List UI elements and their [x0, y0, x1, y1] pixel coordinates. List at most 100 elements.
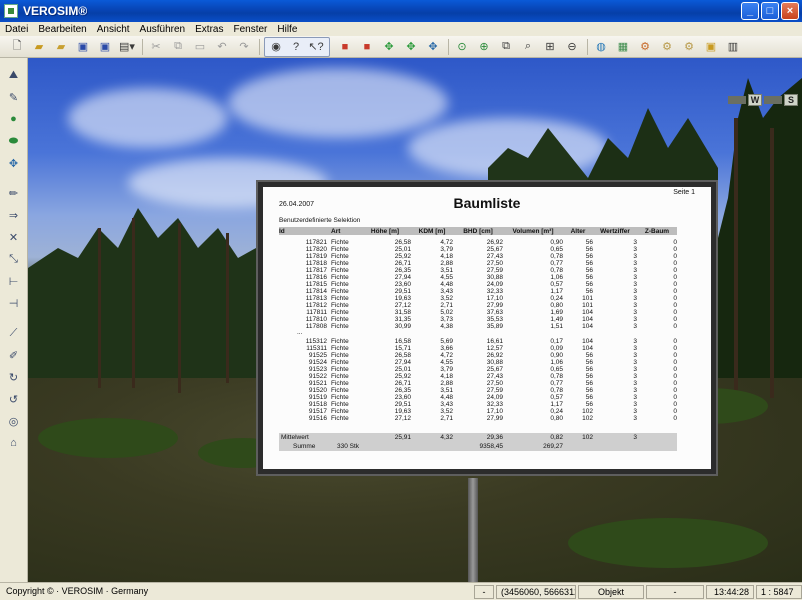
forest-layer-icon[interactable]: ⬬: [4, 132, 24, 150]
table-cell: 0,78: [550, 373, 563, 380]
menu-hilfe[interactable]: Hilfe: [272, 24, 302, 35]
window-split-icon[interactable]: ▥: [724, 38, 742, 56]
table-cell: 56: [585, 260, 593, 267]
save-as-icon[interactable]: ▣: [96, 38, 114, 56]
shrub: [568, 518, 768, 568]
arrow-tool-icon[interactable]: ⇒: [4, 206, 24, 224]
tree-color-icon[interactable]: ●: [4, 110, 24, 128]
table-cell: 27,43: [486, 373, 503, 380]
table-cell: 3: [633, 366, 637, 373]
billboard[interactable]: 26.04.2007 Baumliste Seite 1 Benutzerdef…: [256, 180, 718, 476]
table-cell: 25,92: [394, 373, 411, 380]
undo-tool-icon[interactable]: ↺: [4, 390, 24, 408]
pan-icon[interactable]: ✥: [424, 38, 442, 56]
window-layout-icon[interactable]: ▣: [702, 38, 720, 56]
table-cell: 30,88: [486, 359, 503, 366]
shrub: [38, 418, 178, 458]
scale-tool-icon[interactable]: ⤡: [4, 250, 24, 268]
table-cell: 0: [673, 338, 677, 345]
menu-datei[interactable]: Datei: [0, 24, 33, 35]
width-tool-icon[interactable]: ⊣: [4, 294, 24, 312]
menu-extras[interactable]: Extras: [190, 24, 228, 35]
table-cell: Fichte: [331, 246, 349, 253]
table-cell: 56: [585, 387, 593, 394]
cross-tool-icon[interactable]: ✕: [4, 228, 24, 246]
table-cell: 91519: [308, 394, 327, 401]
open-project-icon[interactable]: ▰: [52, 38, 70, 56]
new-file-icon[interactable]: 🗋: [8, 38, 26, 56]
table-cell: 91521: [308, 380, 327, 387]
print-icon[interactable]: ▤▾: [118, 38, 136, 56]
table-cell: 0,24: [550, 408, 563, 415]
table-cell: 3,52: [440, 408, 453, 415]
redo-icon[interactable]: ↷: [235, 38, 253, 56]
table-cell: 35,89: [486, 323, 503, 330]
rotate-icon[interactable]: ↻: [4, 368, 24, 386]
table-cell: 0,24: [550, 295, 563, 302]
select-icon[interactable]: ◉: [267, 38, 285, 56]
table-cell: 117813: [305, 295, 327, 302]
bucket-icon[interactable]: ⌂: [4, 434, 24, 452]
settings-b-icon[interactable]: ⚙: [658, 38, 676, 56]
zoom-window-icon[interactable]: ⧉: [497, 38, 515, 56]
pencil-icon[interactable]: ✏: [4, 184, 24, 202]
zoom-box-icon[interactable]: ⌕: [519, 38, 537, 56]
settings-c-icon[interactable]: ⚙: [680, 38, 698, 56]
height-tool-icon[interactable]: ⊢: [4, 272, 24, 290]
globe-icon[interactable]: ◍: [592, 38, 610, 56]
marker-icon[interactable]: ✐: [4, 346, 24, 364]
table-cell: 0,77: [550, 260, 563, 267]
plant-tool-icon[interactable]: ✎: [4, 88, 24, 106]
table-cell: 25,01: [394, 366, 411, 373]
paste-icon[interactable]: ▭: [191, 38, 209, 56]
menu-ansicht[interactable]: Ansicht: [92, 24, 135, 35]
close-button[interactable]: ×: [781, 2, 799, 20]
table-cell: 0: [673, 267, 677, 274]
help-pointer-icon[interactable]: ↖?: [307, 38, 325, 56]
app-icon[interactable]: [4, 4, 18, 18]
table-cell: 30,99: [394, 323, 411, 330]
move-icon[interactable]: ✥: [380, 38, 398, 56]
menu-bearbeiten[interactable]: Bearbeiten: [33, 24, 91, 35]
main-toolbar: 🗋 ▰ ▰ ▣ ▣ ▤▾ ✂ ⧉ ▭ ↶ ↷ ◉ ? ↖? ■ ■ ✥ ✥ ✥ …: [0, 36, 802, 58]
table-row: 117813 Fichte 19,63 3,52 17,10 0,24 101 3 0: [279, 295, 677, 302]
table-cell: 26,92: [486, 239, 503, 246]
table-cell: 4,72: [440, 239, 453, 246]
table-cell: 4,72: [440, 352, 453, 359]
cube-red-icon[interactable]: ■: [336, 38, 354, 56]
table-cell: Fichte: [331, 415, 349, 422]
menu-fenster[interactable]: Fenster: [228, 24, 272, 35]
minimize-button[interactable]: _: [741, 2, 759, 20]
terrain-icon[interactable]: ⛰: [4, 66, 24, 84]
table-cell: 91524: [308, 359, 327, 366]
copy-icon[interactable]: ⧉: [169, 38, 187, 56]
measure-icon[interactable]: ✥: [4, 154, 24, 172]
table-row: 117818 Fichte 26,71 2,88 27,50 0,77 56 3 0: [279, 260, 677, 267]
target-icon[interactable]: ◎: [4, 412, 24, 430]
zoom-all-icon[interactable]: ⊞: [541, 38, 559, 56]
table-cell: Fichte: [331, 309, 349, 316]
cut-icon[interactable]: ✂: [147, 38, 165, 56]
table-cell: 0: [673, 295, 677, 302]
zoom-in-icon[interactable]: ⊕: [475, 38, 493, 56]
table-cell: 26,58: [394, 352, 411, 359]
brush-icon[interactable]: ⟋: [4, 324, 24, 342]
maximize-button[interactable]: □: [761, 2, 779, 20]
sum-value: 9358,45: [479, 443, 504, 450]
zoom-out-icon[interactable]: ⊖: [563, 38, 581, 56]
undo-icon[interactable]: ↶: [213, 38, 231, 56]
cube-red2-icon[interactable]: ■: [358, 38, 376, 56]
navigate-icon[interactable]: ✥: [402, 38, 420, 56]
settings-a-icon[interactable]: ⚙: [636, 38, 654, 56]
map-icon[interactable]: ▦: [614, 38, 632, 56]
3d-viewport[interactable]: W S 26.04.2007 Baumliste Seite 1 Benutze…: [28, 58, 802, 582]
save-icon[interactable]: ▣: [74, 38, 92, 56]
question-select-icon[interactable]: ?: [287, 38, 305, 56]
zoom-point-icon[interactable]: ⊙: [453, 38, 471, 56]
open-folder-icon[interactable]: ▰: [30, 38, 48, 56]
table-cell: 1,49: [550, 316, 563, 323]
table-ellipsis: ...: [297, 329, 303, 336]
table-cell: 30,88: [486, 274, 503, 281]
menu-ausfuehren[interactable]: Ausführen: [135, 24, 191, 35]
table-cell: 3: [633, 309, 637, 316]
